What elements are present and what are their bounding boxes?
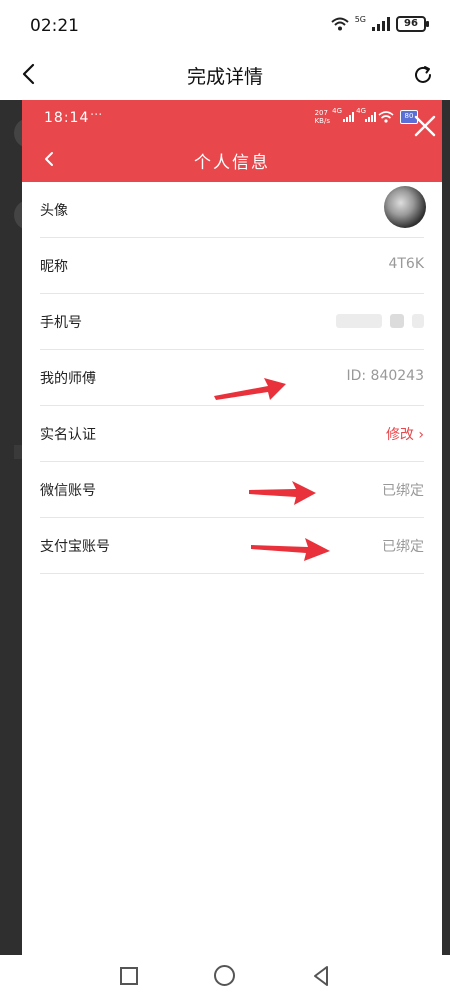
list-item-phone[interactable]: 手机号 (40, 294, 424, 350)
embedded-status-bar: 18:14 ··· 207 KB/s 4G 4G 80 (22, 100, 442, 136)
status-bar: 02:21 5G 96 (0, 0, 450, 52)
signal-icon (343, 112, 354, 122)
list-item-wechat[interactable]: 微信账号 已绑定 (40, 462, 424, 518)
annotation-arrow-icon (251, 538, 330, 561)
list-item-label: 支付宝账号 (40, 539, 110, 555)
close-icon[interactable] (411, 112, 439, 140)
annotation-arrow-icon (214, 378, 286, 400)
list-item-avatar[interactable]: 头像 (40, 182, 426, 238)
edit-link[interactable]: 修改 › (386, 424, 424, 444)
wechat-status-value: 已绑定 (382, 483, 424, 499)
list-item-label: 我的师傅 (40, 371, 96, 387)
embedded-screenshot: 18:14 ··· 207 KB/s 4G 4G 80 个人信息 头像 昵称 4… (22, 100, 442, 955)
embedded-page-title: 个人信息 (194, 153, 270, 173)
app-header: 完成详情 (0, 52, 450, 100)
triangle-back-icon[interactable] (312, 965, 330, 987)
alipay-status-value: 已绑定 (382, 539, 424, 555)
list-item-label: 微信账号 (40, 483, 96, 499)
annotation-arrow-icon (249, 481, 316, 505)
list-item-nickname[interactable]: 昵称 4T6K (40, 238, 424, 294)
network-tag-1: 4G (332, 107, 342, 115)
wifi-icon (378, 111, 394, 123)
signal-icon (372, 17, 390, 31)
embedded-status-time: 18:14 (44, 110, 90, 126)
mentor-id-value: ID: 840243 (346, 368, 424, 384)
square-icon[interactable] (120, 967, 138, 985)
circle-icon[interactable] (214, 965, 235, 986)
redacted-phone-value (336, 314, 424, 328)
list-item-label: 头像 (40, 203, 68, 219)
battery-icon: 96 (396, 16, 429, 32)
network-type-label: 5G (354, 14, 366, 24)
embedded-status-dots: ··· (90, 108, 103, 123)
screen: 02:21 5G 96 完成详情 18:14 ··· 207 KB/s 4G 4… (0, 0, 450, 1000)
network-speed-unit: KB/s (314, 117, 330, 125)
list-item-label: 实名认证 (40, 427, 96, 443)
background-text (14, 445, 22, 459)
network-speed: 207 KB/s (315, 109, 330, 125)
nickname-value: 4T6K (388, 256, 424, 272)
refresh-icon[interactable] (412, 64, 434, 86)
list-item-label: 手机号 (40, 315, 82, 331)
system-nav-bar (0, 955, 450, 1000)
list-item-real-name-auth[interactable]: 实名认证 修改 › (40, 406, 424, 462)
network-speed-value: 207 (314, 109, 328, 117)
signal-icon (365, 112, 376, 122)
status-time: 02:21 (30, 16, 79, 36)
embedded-header: 个人信息 (22, 136, 442, 182)
list-item-alipay[interactable]: 支付宝账号 已绑定 (40, 518, 424, 574)
wifi-icon (331, 17, 349, 31)
page-title: 完成详情 (186, 66, 263, 88)
status-icons: 5G 96 (331, 14, 429, 32)
avatar[interactable] (384, 186, 426, 228)
list-item-label: 昵称 (40, 259, 68, 275)
